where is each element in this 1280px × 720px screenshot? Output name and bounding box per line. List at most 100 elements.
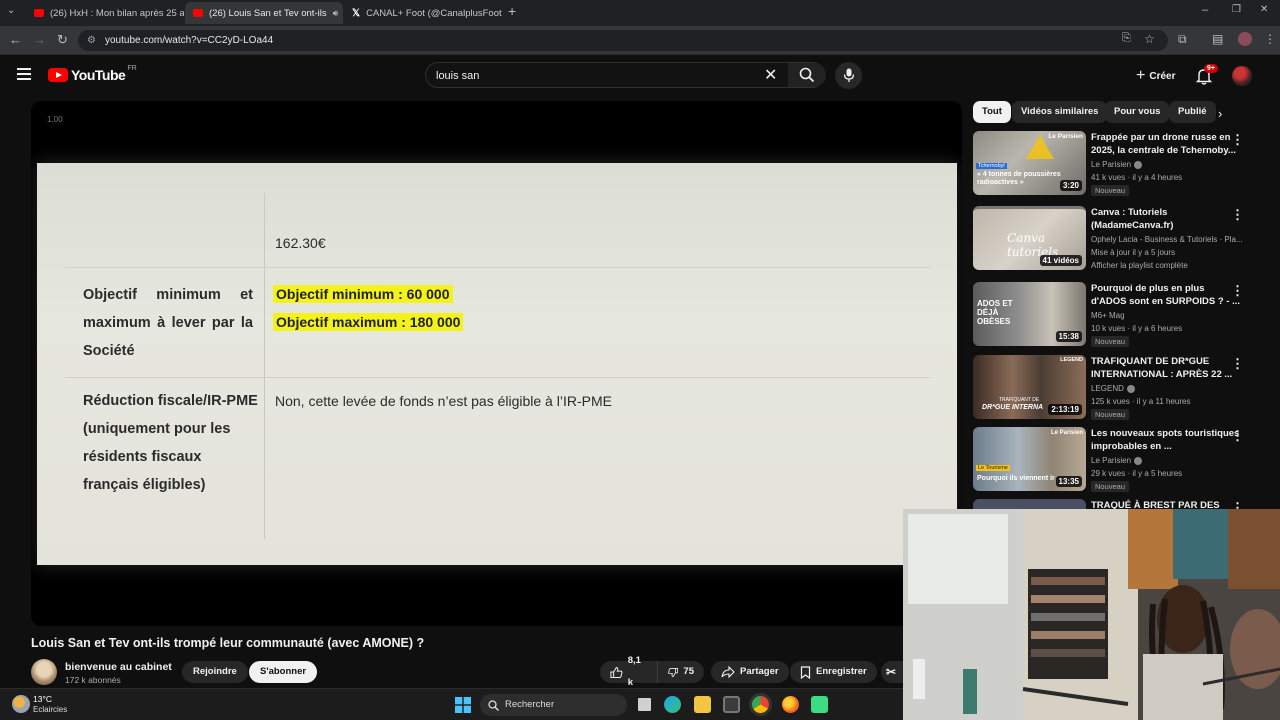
channel-name[interactable]: bienvenue au cabinet [65, 661, 172, 673]
chip-all[interactable]: Tout [973, 101, 1011, 123]
address-bar[interactable]: ⚙︎ youtube.com/watch?v=CC2yD-LOa44 [78, 30, 1168, 51]
restore-icon[interactable]: ❐ [1232, 4, 1241, 15]
join-button[interactable]: Rejoindre [182, 661, 248, 683]
channel-avatar[interactable] [31, 659, 57, 685]
table-divider [264, 193, 265, 539]
weather-temperature[interactable]: 13°C [33, 694, 52, 704]
chip-for-you[interactable]: Pour vous [1105, 101, 1170, 123]
back-icon[interactable]: ← [9, 32, 22, 47]
install-app-icon[interactable]: ⎘ [1122, 32, 1131, 45]
taskbar-search[interactable]: Rechercher [480, 694, 627, 716]
dislike-button[interactable]: 75 [657, 661, 704, 683]
windows-start-icon[interactable] [455, 697, 471, 713]
task-view-icon[interactable] [636, 696, 653, 713]
close-window-icon[interactable]: ✕ [1260, 4, 1268, 15]
recommendation-title[interactable]: Pourquoi de plus en plus d'ADOS sont en … [1091, 283, 1241, 308]
recommendation-meta: 41 k vues · il y a 4 heures [1091, 173, 1183, 182]
view-playlist-link[interactable]: Afficher la playlist complète [1091, 261, 1188, 270]
objective-label: Objectif minimum et maximum à lever par … [83, 287, 253, 359]
account-avatar[interactable] [1232, 66, 1252, 86]
recommendation-title[interactable]: Frappée par un drone russe en 2025, la c… [1091, 132, 1241, 157]
site-info-icon[interactable]: ⚙︎ [87, 30, 96, 51]
like-button[interactable]: 8,1 k [600, 655, 657, 688]
recommendation-title[interactable]: TRAFIQUANT DE DR*GUE INTERNATIONAL : APR… [1091, 356, 1241, 381]
clip-button[interactable]: ✂ [881, 661, 903, 683]
more-vert-icon[interactable]: ⋮ [1264, 32, 1276, 46]
share-label: Partager [740, 666, 779, 677]
minimize-icon[interactable]: – [1202, 4, 1208, 16]
more-vert-icon[interactable]: ⋮ [1231, 356, 1244, 372]
duration-badge: 3:20 [1059, 180, 1082, 191]
subscribe-button[interactable]: S'abonner [249, 661, 318, 683]
store-icon[interactable] [723, 696, 740, 713]
recommendation-channel[interactable]: LEGEND [1091, 384, 1135, 393]
reload-icon[interactable]: ↻ [57, 32, 68, 48]
channel-text: Le Parisien [1091, 456, 1132, 465]
hamburger-menu-icon[interactable] [17, 68, 31, 83]
recommendation-item[interactable]: Le Parisien Le Tourisme Pourquoi ils vie… [973, 427, 1253, 497]
thumb-brand: Le Parisien [1050, 430, 1083, 436]
new-tab-button[interactable]: + [508, 3, 516, 19]
video-player[interactable]: 1.00 162.30€ Objectif minimum et maximum… [31, 101, 962, 626]
forward-icon[interactable]: → [33, 32, 46, 47]
extensions-icon[interactable]: ⧉ [1178, 32, 1187, 47]
recommendation-title[interactable]: Les nouveaux spots touristiques improbab… [1091, 428, 1241, 453]
recommendation-item[interactable]: LEGEND TRAFIQUANT DE DR*GUE INTERNA 2:13… [973, 355, 1253, 425]
weather-description[interactable]: Eclaircies [33, 705, 67, 714]
firefox-icon[interactable] [782, 696, 799, 713]
new-badge: Nouveau [1091, 481, 1130, 492]
recommendation-channel[interactable]: Le Parisien [1091, 456, 1143, 465]
video-thumbnail[interactable]: Le Parisien Le Tourisme Pourquoi ils vie… [973, 427, 1086, 491]
youtube-logo[interactable]: YouTube FR [48, 64, 137, 83]
more-vert-icon[interactable]: ⋮ [1231, 283, 1244, 299]
video-thumbnail[interactable]: LEGEND TRAFIQUANT DE DR*GUE INTERNA 2:13… [973, 355, 1086, 419]
country-code: FR [127, 64, 137, 72]
recommendation-channel[interactable]: M6+ Mag [1091, 311, 1125, 320]
tab-hxh[interactable]: (26) HxH : Mon bilan après 25 a ✕ [26, 2, 184, 24]
more-vert-icon[interactable]: ⋮ [1231, 207, 1244, 223]
recommendation-channel[interactable]: Le Parisien [1091, 160, 1143, 169]
edge-icon[interactable] [664, 696, 681, 713]
tab-search-icon[interactable]: ⌄ [7, 5, 15, 16]
app-icon[interactable] [811, 696, 828, 713]
recommendation-meta: 10 k vues · il y a 6 heures [1091, 324, 1183, 333]
more-vert-icon[interactable]: ⋮ [1231, 428, 1244, 444]
sidepanel-icon[interactable]: ▤ [1212, 32, 1223, 46]
recommendation-channel[interactable]: Ophely Lacia - Business & Tutoriels · Pl… [1091, 235, 1243, 244]
recommendation-meta: 29 k vues · il y a 5 heures [1091, 469, 1183, 478]
clear-search-icon[interactable]: ✕ [764, 65, 777, 85]
tax-reduction-value: Non, cette levée de fonds n’est pas élig… [275, 393, 612, 409]
recommendation-item[interactable]: Le Parisien Tchernobyl « 4 tonnes de pou… [973, 131, 1253, 201]
tab-louis-san[interactable]: (26) Louis San et Tev ont-ils 🔊︎ ✕ [185, 2, 343, 24]
verified-icon [1134, 456, 1143, 465]
share-button[interactable]: Partager [711, 661, 789, 683]
weather-icon[interactable] [12, 695, 30, 713]
youtube-play-icon [48, 68, 68, 82]
file-explorer-icon[interactable] [694, 696, 711, 713]
chevron-right-icon[interactable]: › [1218, 106, 1222, 121]
voice-search-button[interactable] [835, 62, 862, 89]
share-icon [721, 666, 735, 678]
search-input[interactable] [436, 67, 756, 85]
close-icon[interactable]: ✕ [338, 7, 343, 20]
channel-text: LEGEND [1091, 384, 1124, 393]
search-button[interactable] [788, 63, 826, 87]
profile-icon[interactable] [1238, 32, 1252, 46]
more-vert-icon[interactable]: ⋮ [1231, 132, 1244, 148]
chip-similar[interactable]: Vidéos similaires [1012, 101, 1108, 123]
notifications-badge: 9+ [1204, 64, 1218, 73]
video-thumbnail[interactable]: ADOS ET DÉJÀ OBÈSES 15:38 [973, 282, 1086, 346]
chip-published[interactable]: Publié [1169, 101, 1216, 123]
tab-canal-foot[interactable]: 𝕏 CANAL+ Foot (@CanalplusFoot ✕ [344, 2, 502, 24]
create-button[interactable]: + Créer [1126, 65, 1185, 87]
chrome-icon[interactable] [752, 696, 769, 713]
duration-badge: 2:13:19 [1048, 404, 1082, 415]
video-thumbnail[interactable]: Le Parisien Tchernobyl « 4 tonnes de pou… [973, 131, 1086, 195]
playlist-thumbnail[interactable]: Canva tutoriels 41 vidéos [973, 206, 1086, 270]
recommendation-item[interactable]: Canva tutoriels 41 vidéos Canva : Tutori… [973, 206, 1253, 276]
bookmark-star-icon[interactable]: ☆ [1144, 32, 1155, 46]
save-button[interactable]: Enregistrer [790, 661, 877, 683]
recommendation-item[interactable]: ADOS ET DÉJÀ OBÈSES 15:38 Pourquoi de pl… [973, 282, 1253, 352]
recommendation-title[interactable]: Canva : Tutoriels (MadameCanva.fr) [1091, 207, 1241, 232]
thumb-caption: DR*GUE INTERNA [982, 404, 1044, 411]
